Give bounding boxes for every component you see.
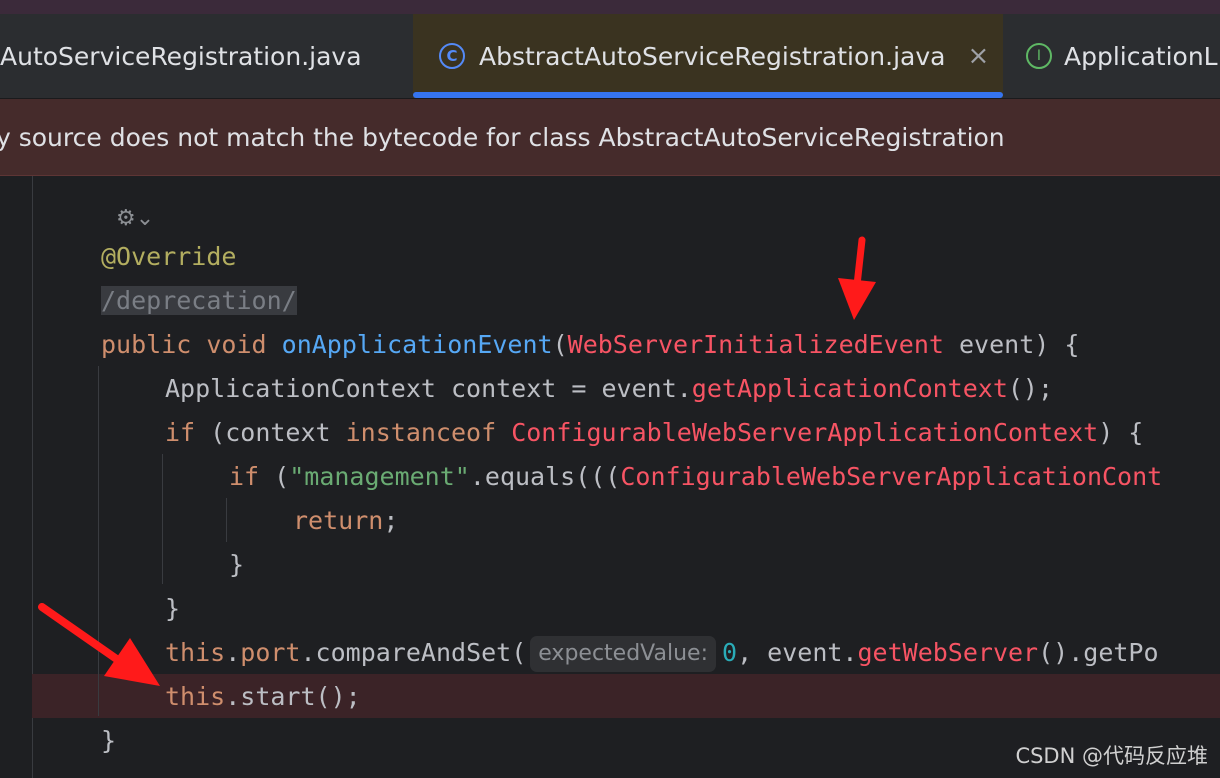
folded-comment[interactable]: /deprecation/ — [101, 286, 297, 315]
code-text: .start(); — [225, 682, 361, 711]
code-line-6: if ("management".equals(((ConfigurableWe… — [229, 455, 1162, 499]
active-tab-indicator — [413, 92, 1003, 98]
closing-brace: } — [229, 550, 245, 579]
code-line-11: this.start(); — [165, 675, 361, 719]
tab-label: AutoServiceRegistration.java — [0, 41, 362, 71]
interface-icon — [1026, 43, 1052, 69]
number-literal: 0 — [722, 638, 738, 667]
code-text: (context — [195, 418, 346, 447]
unresolved-type: WebServerInitializedEvent — [567, 330, 944, 359]
field-name: port — [240, 638, 301, 667]
tab-label: ApplicationL — [1064, 41, 1218, 71]
code-text: ().getPo — [1038, 638, 1159, 667]
closing-brace: } — [165, 594, 181, 623]
unresolved-method: getApplicationContext — [691, 374, 1008, 403]
code-line-3: public void onApplicationEvent(WebServer… — [101, 323, 1079, 367]
parameter-hint: expectedValue: — [530, 636, 716, 672]
window-top-strip — [0, 0, 1220, 14]
unresolved-method: getWebServer — [857, 638, 1039, 667]
tab-autoserviceregistration[interactable]: AutoServiceRegistration.java — [0, 14, 412, 98]
code-text: event) { — [943, 330, 1080, 359]
ai-assistant-icon[interactable]: ⚙⌄ — [116, 206, 154, 231]
code-text: .compareAndSet( — [300, 638, 527, 667]
code-text: . — [225, 638, 241, 667]
code-line-7: return; — [293, 499, 398, 543]
code-line-12: } — [101, 719, 116, 763]
keyword: instanceof — [345, 418, 497, 447]
indent-guide — [162, 454, 163, 584]
annotation: @Override — [101, 242, 237, 271]
code-text: ) { — [1098, 418, 1144, 447]
close-icon[interactable]: × — [967, 41, 989, 71]
string-literal: "management" — [289, 462, 470, 491]
editor-tab-bar: AutoServiceRegistration.java AbstractAut… — [0, 14, 1220, 99]
code-line-1: @Override — [101, 235, 236, 279]
method-name: onApplicationEvent — [281, 330, 553, 359]
code-text: ; — [383, 506, 399, 535]
banner-text: y source does not match the bytecode for… — [0, 122, 1005, 152]
keyword: if — [165, 418, 196, 447]
bytecode-mismatch-banner: y source does not match the bytecode for… — [0, 99, 1220, 176]
keyword: void — [206, 330, 267, 359]
keyword: this — [165, 682, 226, 711]
code-line-10: this.port.compareAndSet(expectedValue: 0,… — [165, 631, 1159, 675]
keyword: return — [293, 506, 384, 535]
closing-brace: } — [101, 726, 117, 755]
code-text: ( — [259, 462, 290, 491]
watermark: CSDN @代码反应堆 — [1011, 740, 1212, 770]
code-text: ApplicationContext context = event. — [165, 374, 692, 403]
tab-label: AbstractAutoServiceRegistration.java — [479, 41, 946, 71]
code-text: .equals((( — [469, 462, 621, 491]
code-line-2: /deprecation/ — [101, 279, 297, 323]
indent-guide — [226, 498, 227, 542]
keyword: public — [101, 330, 192, 359]
code-line-8: } — [229, 543, 244, 587]
keyword: this — [165, 638, 226, 667]
code-text: ( — [552, 330, 568, 359]
code-line-9: } — [165, 587, 180, 631]
unresolved-type: ConfigurableWebServerApplicationCont — [620, 462, 1163, 491]
class-icon — [439, 43, 465, 69]
code-text: (); — [1007, 374, 1054, 403]
code-text: , event. — [737, 638, 858, 667]
code-line-4: ApplicationContext context = event.getAp… — [165, 367, 1053, 411]
indent-guide — [98, 366, 99, 716]
tab-applicationlistener[interactable]: ApplicationL — [1004, 14, 1220, 98]
keyword: if — [229, 462, 260, 491]
unresolved-type: ConfigurableWebServerApplicationContext — [511, 418, 1099, 447]
tab-abstractautoserviceregistration[interactable]: AbstractAutoServiceRegistration.java × — [413, 14, 1003, 98]
code-line-5: if (context instanceof ConfigurableWebSe… — [165, 411, 1143, 455]
